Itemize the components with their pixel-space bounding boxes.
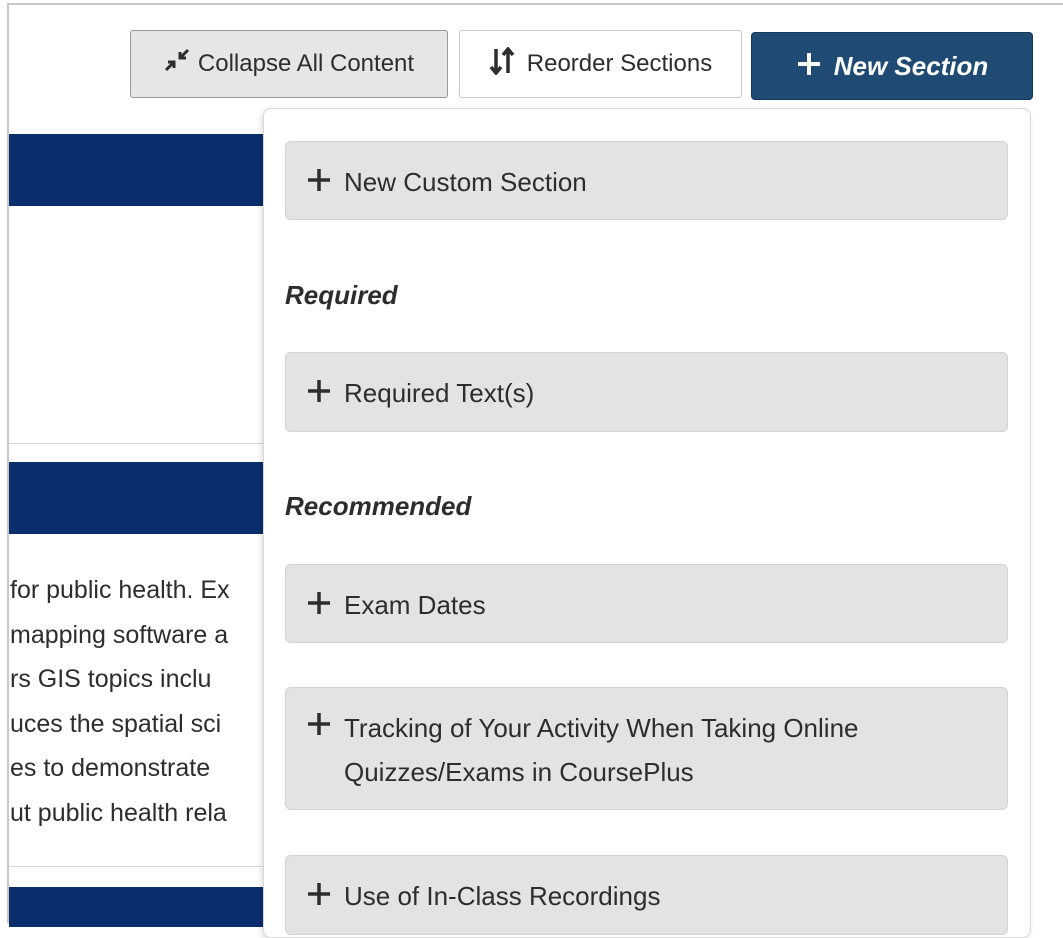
description-line: es to demonstrate [10, 754, 211, 782]
section-description: for public health. Ex mapping software a… [10, 568, 265, 835]
plus-icon [306, 585, 344, 625]
menu-item-exam-dates[interactable]: Exam Dates [285, 564, 1008, 643]
divider [9, 443, 269, 444]
description-line: mapping software a [10, 620, 229, 649]
menu-item-tracking-activity[interactable]: Tracking of Your Activity When Taking On… [285, 687, 1008, 810]
section-header-bar[interactable] [9, 887, 269, 927]
description-line: for public health. Ex [10, 576, 230, 604]
plus-icon [306, 162, 344, 202]
menu-item-label: Use of In-Class Recordings [344, 881, 661, 911]
new-section-label: New Section [833, 50, 989, 81]
menu-item-label: Required Text(s) [344, 378, 535, 408]
menu-item-new-custom-section[interactable]: New Custom Section [285, 141, 1008, 220]
divider [9, 866, 269, 867]
menu-item-label: Tracking of Your Activity When Taking On… [344, 713, 859, 787]
plus-icon [306, 706, 344, 746]
new-section-button[interactable]: New Section [751, 32, 1033, 100]
collapse-arrows-icon [164, 48, 190, 80]
collapse-all-content-label: Collapse All Content [197, 50, 415, 77]
description-line: ut public health rela [10, 798, 227, 827]
plus-icon [796, 49, 822, 83]
menu-item-in-class-recordings[interactable]: Use of In-Class Recordings [285, 855, 1008, 935]
menu-group-heading-recommended: Recommended [285, 491, 472, 521]
menu-item-label: Exam Dates [344, 590, 486, 620]
section-header-bar[interactable] [9, 462, 269, 534]
menu-group-heading-required: Required [285, 280, 398, 310]
description-line: uces the spatial sci [10, 709, 222, 738]
collapse-all-content-button[interactable]: Collapse All Content [130, 30, 448, 98]
menu-item-required-texts[interactable]: Required Text(s) [285, 352, 1008, 432]
section-header-bar[interactable] [9, 134, 269, 206]
menu-item-label: New Custom Section [344, 167, 587, 197]
plus-icon [306, 373, 344, 413]
plus-icon [306, 876, 344, 916]
reorder-sections-label: Reorder Sections [526, 50, 713, 77]
sort-arrows-icon [489, 45, 515, 82]
description-line: rs GIS topics inclu [10, 665, 212, 693]
reorder-sections-button[interactable]: Reorder Sections [459, 30, 742, 98]
new-section-dropdown [263, 108, 1031, 938]
